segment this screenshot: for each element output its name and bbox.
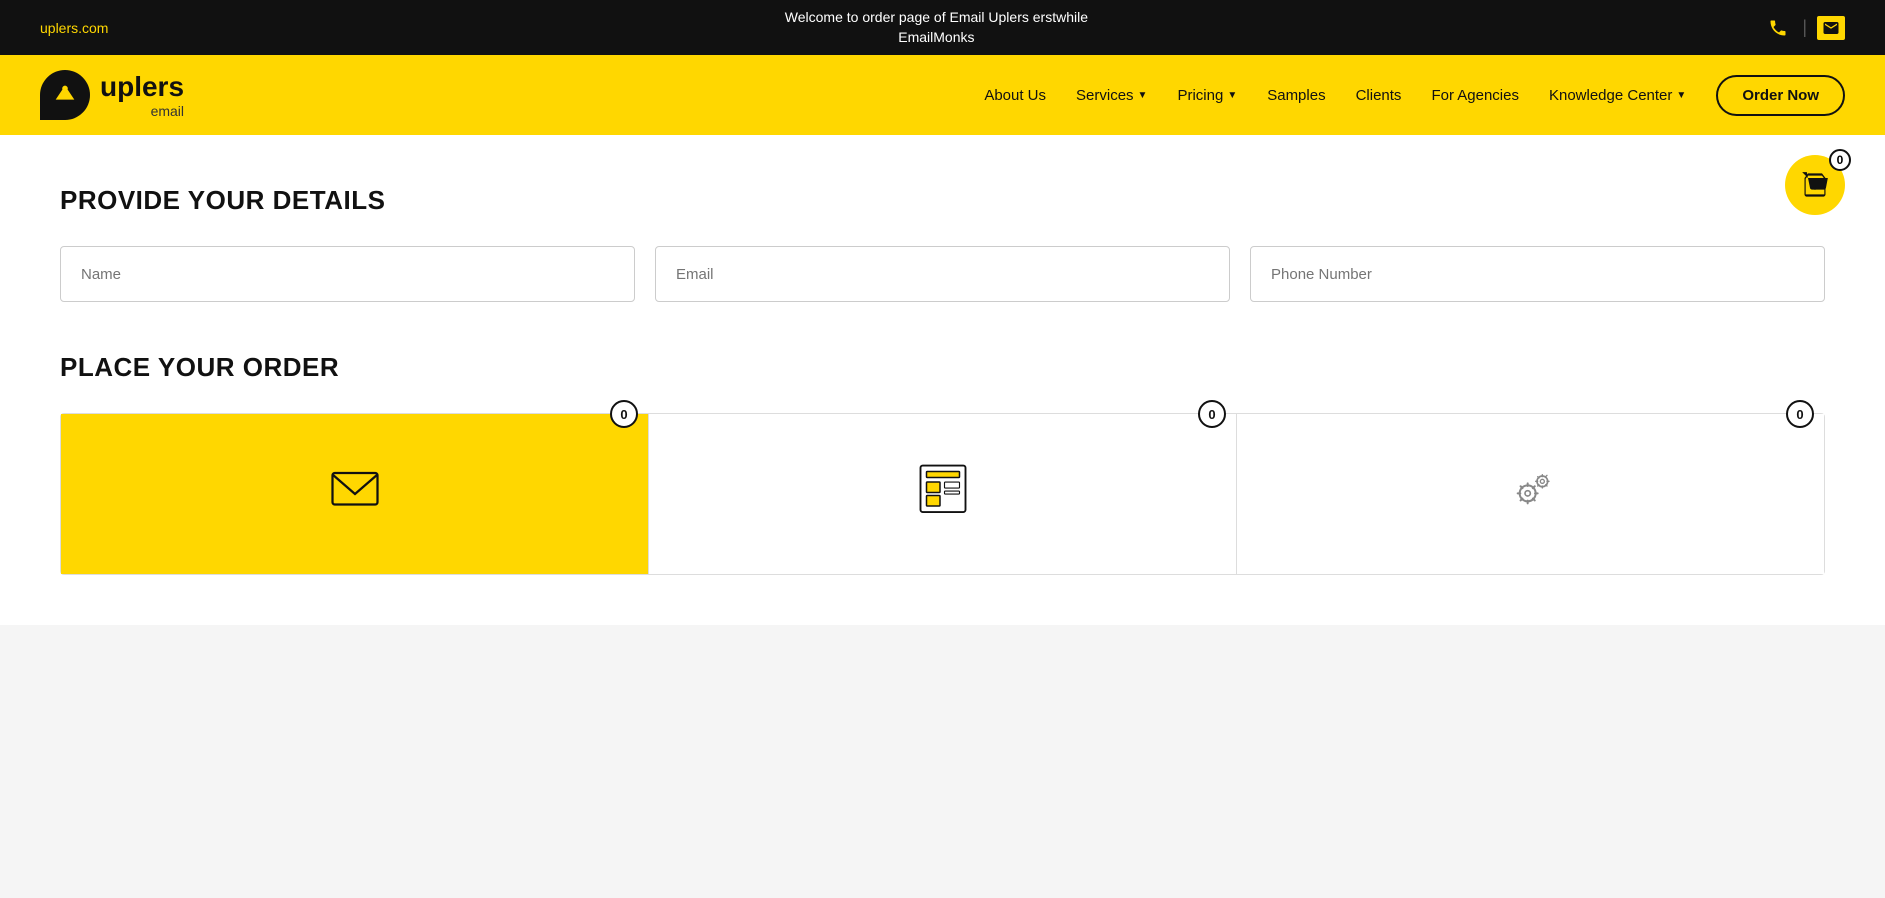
provide-details-section: PROVIDE YOUR DETAILS bbox=[60, 185, 1825, 302]
order-card-layout[interactable]: 0 bbox=[649, 414, 1237, 574]
provide-details-title: PROVIDE YOUR DETAILS bbox=[60, 185, 1825, 216]
logo-uplers-text: uplers bbox=[100, 71, 184, 103]
contact-icons: | bbox=[1764, 14, 1845, 42]
logo[interactable]: uplers email bbox=[40, 70, 184, 120]
gear-card-icon bbox=[1501, 458, 1561, 530]
order-card-gear[interactable]: 0 bbox=[1237, 414, 1824, 574]
logo-email-text: email bbox=[100, 103, 184, 119]
main-content: 0 PROVIDE YOUR DETAILS PLACE YOUR ORDER … bbox=[0, 135, 1885, 625]
order-card-email[interactable]: 0 bbox=[61, 414, 649, 574]
main-nav: About Us Services ▼ Pricing ▼ Samples Cl… bbox=[984, 75, 1845, 116]
order-cards: 0 0 bbox=[60, 413, 1825, 575]
services-dropdown-arrow: ▼ bbox=[1138, 90, 1148, 101]
name-input[interactable] bbox=[60, 246, 635, 302]
layout-card-icon bbox=[913, 458, 973, 530]
nav-for-agencies[interactable]: For Agencies bbox=[1431, 87, 1519, 104]
nav-samples[interactable]: Samples bbox=[1267, 87, 1325, 104]
place-order-title: PLACE YOUR ORDER bbox=[60, 352, 1825, 383]
nav-about-us[interactable]: About Us bbox=[984, 87, 1046, 104]
phone-icon[interactable] bbox=[1764, 14, 1792, 42]
top-bar: uplers.com Welcome to order page of Emai… bbox=[0, 0, 1885, 55]
header: uplers email About Us Services ▼ Pricing… bbox=[0, 55, 1885, 135]
phone-input[interactable] bbox=[1250, 246, 1825, 302]
layout-card-badge: 0 bbox=[1198, 400, 1226, 428]
mail-icon[interactable] bbox=[1817, 16, 1845, 40]
email-card-badge: 0 bbox=[610, 400, 638, 428]
pricing-dropdown-arrow: ▼ bbox=[1227, 90, 1237, 101]
divider: | bbox=[1802, 17, 1807, 38]
gear-card-badge: 0 bbox=[1786, 400, 1814, 428]
cart-badge: 0 bbox=[1829, 149, 1851, 171]
cart-button[interactable]: 0 bbox=[1785, 155, 1845, 215]
nav-knowledge-center[interactable]: Knowledge Center ▼ bbox=[1549, 87, 1686, 104]
logo-text: uplers email bbox=[100, 71, 184, 119]
knowledge-dropdown-arrow: ▼ bbox=[1676, 90, 1686, 101]
site-link[interactable]: uplers.com bbox=[40, 20, 108, 36]
logo-icon bbox=[40, 70, 90, 120]
cart-container: 0 bbox=[1785, 155, 1845, 215]
welcome-message: Welcome to order page of Email Uplers er… bbox=[108, 8, 1764, 47]
email-input[interactable] bbox=[655, 246, 1230, 302]
nav-clients[interactable]: Clients bbox=[1356, 87, 1402, 104]
order-now-button[interactable]: Order Now bbox=[1716, 75, 1845, 116]
email-card-icon bbox=[325, 458, 385, 530]
details-form bbox=[60, 246, 1825, 302]
nav-pricing[interactable]: Pricing ▼ bbox=[1177, 87, 1237, 104]
nav-services[interactable]: Services ▼ bbox=[1076, 87, 1147, 104]
place-order-section: PLACE YOUR ORDER 0 0 bbox=[60, 352, 1825, 575]
